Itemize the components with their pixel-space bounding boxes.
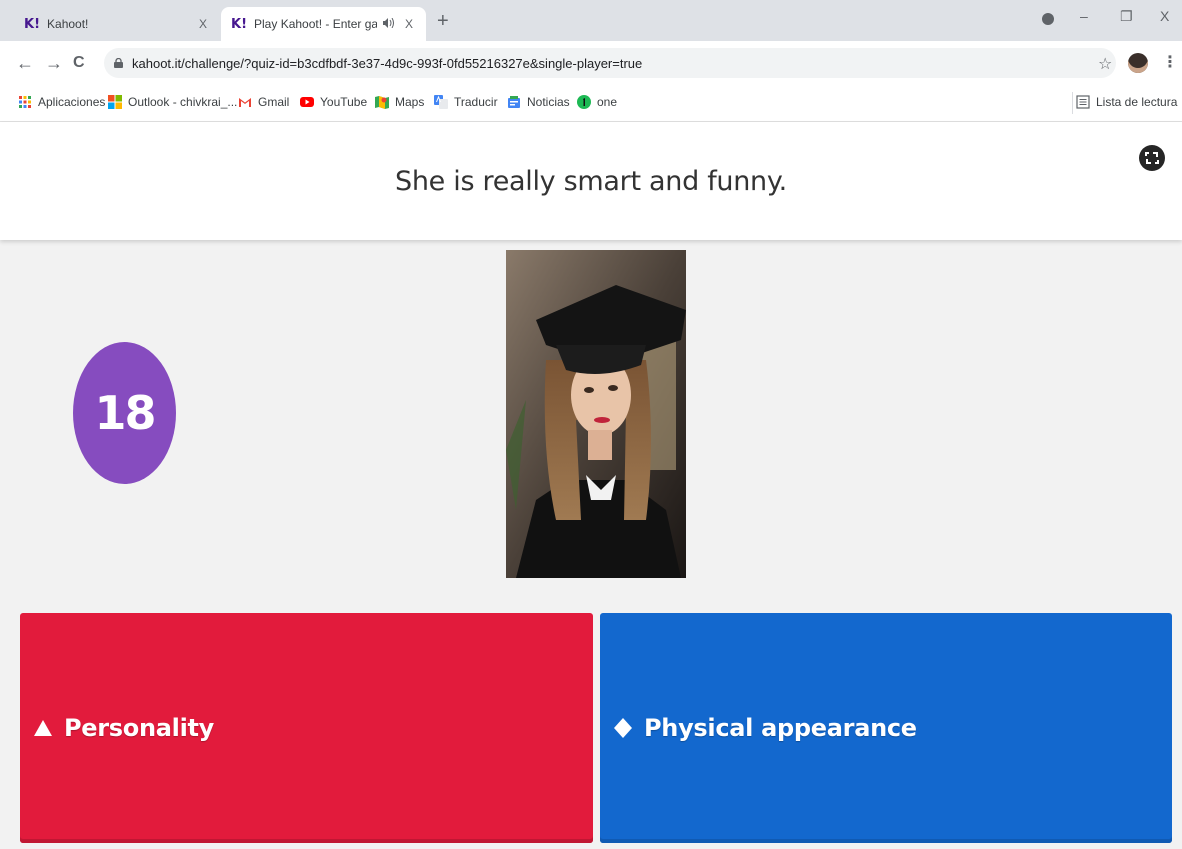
news-icon [508, 96, 520, 108]
bookmarks-bar: Aplicaciones Outlook - chivkrai_... Gmai… [0, 86, 1182, 122]
tab-title: Play Kahoot! - Enter game PI [254, 17, 377, 31]
tab-close-button[interactable]: X [196, 17, 210, 31]
bookmark-label: Aplicaciones [38, 95, 106, 109]
bookmark-label: Gmail [258, 95, 290, 109]
kahoot-logo-icon: K! [231, 16, 248, 32]
bookmark-label: YouTube [320, 95, 368, 109]
bookmark-label: Noticias [527, 95, 570, 109]
reading-list-label: Lista de lectura [1096, 95, 1178, 109]
bookmark-outlook[interactable]: Outlook - chivkrai_... [108, 95, 237, 109]
avatar[interactable] [1128, 53, 1148, 73]
minimize-button[interactable]: – [1080, 8, 1088, 24]
bookmark-youtube[interactable]: YouTube [300, 95, 367, 109]
tab-close-button[interactable]: X [402, 17, 416, 31]
bookmark-label: one [597, 95, 618, 109]
bookmark-one[interactable]: one [577, 95, 617, 109]
profile-indicator-icon[interactable] [1042, 13, 1054, 25]
audio-playing-icon[interactable] [383, 17, 394, 31]
address-bar[interactable]: kahoot.it/challenge/?quiz-id=b3cdfbdf-3e… [104, 48, 1116, 78]
triangle-icon [34, 720, 52, 736]
outlook-icon [108, 95, 122, 109]
reload-button[interactable]: C [73, 52, 85, 74]
restore-button[interactable]: ❐ [1120, 8, 1133, 25]
reading-list-icon [1076, 95, 1090, 109]
countdown-timer: 18 [73, 342, 176, 484]
kahoot-logo-icon: K! [24, 16, 41, 32]
bookmark-label: Traducir [454, 95, 498, 109]
fullscreen-icon [1145, 152, 1159, 164]
youtube-icon [300, 97, 314, 107]
browser-toolbar: ← → C kahoot.it/challenge/?quiz-id=b3cdf… [0, 41, 1182, 86]
new-tab-button[interactable]: + [437, 9, 449, 33]
tab-kahoot[interactable]: K! Kahoot! X [14, 7, 220, 41]
tab-strip: K! Kahoot! X K! Play Kahoot! - Enter gam… [0, 0, 1182, 41]
divider [1072, 92, 1073, 114]
maps-icon [375, 96, 389, 109]
one-icon [577, 95, 591, 109]
lock-icon[interactable] [114, 58, 123, 68]
answer-label: Physical appearance [644, 714, 917, 742]
bookmark-gmail[interactable]: Gmail [238, 95, 289, 109]
bookmark-star-icon[interactable]: ☆ [1098, 54, 1112, 74]
game-area: 18 Personality Physical appearance [0, 240, 1182, 849]
diamond-icon [614, 718, 632, 738]
bookmark-traducir[interactable]: Traducir [434, 95, 498, 109]
question-header: She is really smart and funny. [0, 122, 1182, 240]
bookmark-noticias[interactable]: Noticias [507, 95, 570, 109]
bookmark-maps[interactable]: Maps [375, 95, 424, 109]
translate-icon [434, 95, 448, 109]
bookmark-label: Maps [395, 95, 425, 109]
answer-button-personality[interactable]: Personality [20, 613, 593, 843]
close-window-button[interactable]: X [1160, 8, 1169, 24]
answer-label: Personality [64, 714, 215, 742]
bookmark-aplicaciones[interactable]: Aplicaciones [18, 95, 105, 109]
back-button[interactable]: ← [16, 52, 34, 74]
timer-value: 18 [94, 386, 156, 440]
tab-play-kahoot[interactable]: K! Play Kahoot! - Enter game PI X [221, 7, 426, 41]
reading-list-button[interactable]: Lista de lectura [1076, 95, 1177, 109]
url-text[interactable]: kahoot.it/challenge/?quiz-id=b3cdfbdf-3e… [132, 56, 642, 71]
question-text: She is really smart and funny. [395, 166, 787, 197]
gmail-icon [239, 98, 251, 107]
tab-title: Kahoot! [47, 17, 89, 31]
bookmark-label: Outlook - chivkrai_... [128, 95, 238, 109]
fullscreen-button[interactable] [1139, 145, 1165, 171]
apps-grid-icon [19, 96, 31, 108]
menu-icon[interactable]: ⋮ [1162, 52, 1178, 72]
answer-button-physical-appearance[interactable]: Physical appearance [600, 613, 1172, 843]
question-image [506, 250, 686, 578]
forward-button[interactable]: → [45, 52, 63, 74]
